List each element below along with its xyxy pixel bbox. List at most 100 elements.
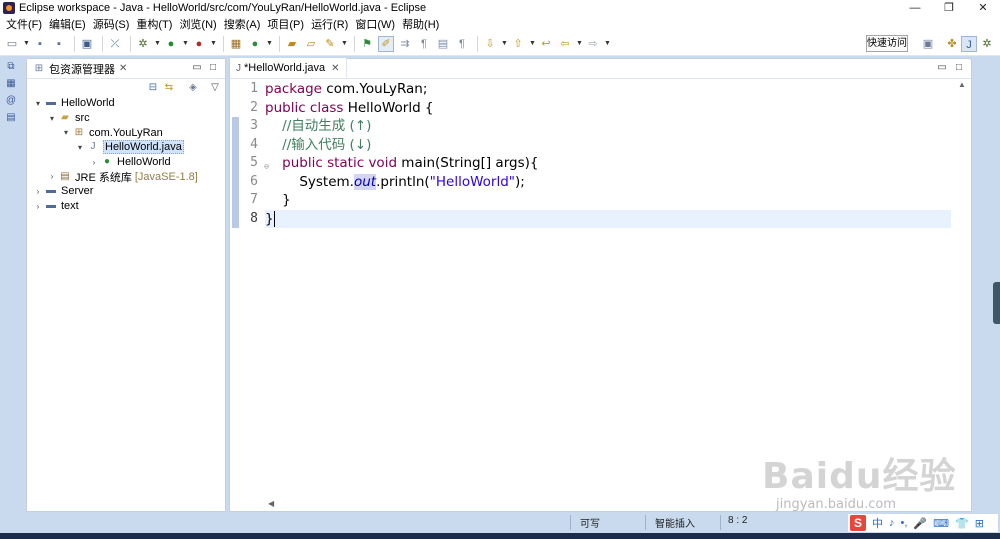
maximize-view-icon[interactable]: □ xyxy=(207,62,219,73)
tree-item-server[interactable]: › ▬ Server xyxy=(27,184,225,199)
ime-punctuation-icon[interactable]: •, xyxy=(901,517,908,529)
next-annotation-dropdown-icon[interactable]: ▼ xyxy=(501,40,508,47)
close-button[interactable]: ✕ xyxy=(966,0,1000,16)
skip-breakpoints-icon[interactable]: ⤫ xyxy=(107,36,123,52)
pilcrow-icon[interactable]: ¶ xyxy=(454,36,470,52)
minimize-button[interactable]: — xyxy=(898,0,932,16)
run-icon[interactable]: ● xyxy=(163,36,179,52)
expand-icon[interactable]: ▾ xyxy=(33,99,43,108)
horizontal-scrollbar[interactable]: ◀ xyxy=(265,497,953,511)
restore-icon[interactable]: ⧉ xyxy=(4,60,18,74)
collapse-all-icon[interactable]: ⊟ xyxy=(147,82,159,93)
expand-icon[interactable]: ▾ xyxy=(47,114,57,123)
java-perspective-icon[interactable]: J xyxy=(961,36,977,52)
expand-icon[interactable]: ▾ xyxy=(75,143,85,152)
ime-keyboard-icon[interactable]: ⌨ xyxy=(933,517,949,530)
tree-item-package[interactable]: ▾ ⊞ com.YouLyRan xyxy=(27,125,225,140)
tab-helloworld-java[interactable]: J *HelloWorld.java ✕ xyxy=(230,58,347,78)
vertical-scrollbar[interactable]: ▲ xyxy=(953,80,971,500)
code-line-1[interactable]: package com.YouLyRan; xyxy=(265,80,951,99)
minimize-view-icon[interactable]: ▭ xyxy=(191,62,203,73)
save-all-icon[interactable]: ▪ xyxy=(51,36,67,52)
code-text-area[interactable]: package com.YouLyRan; public class Hello… xyxy=(265,80,951,500)
menu-refactor[interactable]: 重构(T) xyxy=(133,16,175,32)
save-icon[interactable]: ▪ xyxy=(32,36,48,52)
new-class-icon[interactable]: ● xyxy=(247,36,263,52)
word-wrap-icon[interactable]: ▤ xyxy=(435,36,451,52)
back-icon[interactable]: ⇦ xyxy=(557,36,573,52)
minimize-editor-icon[interactable]: ▭ xyxy=(936,62,948,73)
ime-moon-icon[interactable]: ♪ xyxy=(889,517,895,529)
menu-window[interactable]: 窗口(W) xyxy=(352,16,398,32)
expand-icon[interactable]: › xyxy=(47,172,57,181)
menu-source[interactable]: 源码(S) xyxy=(90,16,133,32)
ime-skin-icon[interactable]: 👕 xyxy=(955,517,969,530)
menu-edit[interactable]: 编辑(E) xyxy=(46,16,89,32)
expand-icon[interactable]: › xyxy=(89,158,99,167)
tree-item-src[interactable]: ▾ ▰ src xyxy=(27,111,225,126)
menu-project[interactable]: 项目(P) xyxy=(264,16,307,32)
outline-icon[interactable]: ▦ xyxy=(4,77,18,91)
tree-item-helloworld-project[interactable]: ▾ ▬ HelloWorld xyxy=(27,96,225,111)
search-icon[interactable]: ✎ xyxy=(322,36,338,52)
restore-button[interactable]: ❐ xyxy=(932,0,966,16)
previous-annotation-dropdown-icon[interactable]: ▼ xyxy=(529,40,536,47)
forward-dropdown-icon[interactable]: ▼ xyxy=(604,40,611,47)
tree-item-jre-library[interactable]: › ▤ JRE 系统库 [JavaSE-1.8] xyxy=(27,169,225,184)
code-line-6[interactable]: System.out.println("HelloWorld"); xyxy=(265,173,951,192)
open-perspective-icon[interactable]: ▣ xyxy=(920,36,936,52)
debug-perspective-icon[interactable]: ✲ xyxy=(979,36,995,52)
declaration-icon[interactable]: ▤ xyxy=(4,111,18,125)
new-icon[interactable]: ▭ xyxy=(4,36,20,52)
code-line-4[interactable]: //输入代码 (↓) xyxy=(265,136,951,155)
code-line-3[interactable]: //自动生成 (↑) xyxy=(265,117,951,136)
search-dropdown-icon[interactable]: ▼ xyxy=(341,40,348,47)
print-icon[interactable]: ▣ xyxy=(79,36,95,52)
sogou-logo-icon[interactable]: S xyxy=(850,515,866,531)
menu-run[interactable]: 运行(R) xyxy=(308,16,351,32)
tab-package-explorer[interactable]: ⊞ 包资源管理器 ✕ xyxy=(27,59,131,79)
maximize-editor-icon[interactable]: □ xyxy=(953,62,965,73)
ime-voice-icon[interactable]: 🎤 xyxy=(913,517,927,530)
ime-toolbox-icon[interactable]: ⊞ xyxy=(975,517,984,530)
tree-item-helloworld-java[interactable]: ▾ J HelloWorld.java xyxy=(27,140,225,155)
code-line-5[interactable]: public static void main(String[] args){ xyxy=(265,154,951,173)
toggle-breadcrumb-icon[interactable]: ⚑ xyxy=(359,36,375,52)
debug-icon[interactable]: ✲ xyxy=(135,36,151,52)
close-icon[interactable]: ✕ xyxy=(119,63,127,74)
external-tools-icon[interactable]: ● xyxy=(191,36,207,52)
menu-search[interactable]: 搜索(A) xyxy=(221,16,264,32)
expand-icon[interactable]: › xyxy=(33,187,43,196)
right-edge-handle[interactable] xyxy=(993,282,1000,324)
scroll-up-icon[interactable]: ▲ xyxy=(953,80,971,92)
java-ee-perspective-icon[interactable]: ✤ xyxy=(944,36,960,52)
menu-file[interactable]: 文件(F) xyxy=(3,16,45,32)
new-java-project-icon[interactable]: ▦ xyxy=(228,36,244,52)
view-menu-icon[interactable]: ▽ xyxy=(209,82,221,93)
previous-annotation-icon[interactable]: ⇧ xyxy=(510,36,526,52)
toggle-mark-occurrences-icon[interactable]: ✐ xyxy=(378,35,394,52)
new-dropdown-icon[interactable]: ▼ xyxy=(23,40,30,47)
back-dropdown-icon[interactable]: ▼ xyxy=(576,40,583,47)
expand-icon[interactable]: ▾ xyxy=(61,128,71,137)
tree-item-helloworld-class[interactable]: › ● HelloWorld xyxy=(27,155,225,170)
javadoc-icon[interactable]: @ xyxy=(4,94,18,108)
run-dropdown-icon[interactable]: ▼ xyxy=(182,40,189,47)
expand-icon[interactable]: › xyxy=(33,202,43,211)
new-class-dropdown-icon[interactable]: ▼ xyxy=(266,40,273,47)
toggle-block-selection-icon[interactable]: ⇉ xyxy=(397,36,413,52)
show-whitespace-icon[interactable]: ¶ xyxy=(416,36,432,52)
code-line-8[interactable]: } xyxy=(265,209,951,228)
focus-active-task-icon[interactable]: ◈ xyxy=(187,82,199,93)
forward-icon[interactable]: ⇨ xyxy=(585,36,601,52)
menu-navigate[interactable]: 浏览(N) xyxy=(176,16,219,32)
debug-dropdown-icon[interactable]: ▼ xyxy=(154,40,161,47)
last-edit-location-icon[interactable]: ↩ xyxy=(538,36,554,52)
open-task-icon[interactable]: ▱ xyxy=(303,36,319,52)
scroll-left-icon[interactable]: ◀ xyxy=(268,499,274,508)
next-annotation-icon[interactable]: ⇩ xyxy=(482,36,498,52)
external-tools-dropdown-icon[interactable]: ▼ xyxy=(210,40,217,47)
open-type-icon[interactable]: ▰ xyxy=(284,36,300,52)
menu-help[interactable]: 帮助(H) xyxy=(399,16,442,32)
code-line-2[interactable]: public class HelloWorld { xyxy=(265,99,951,118)
